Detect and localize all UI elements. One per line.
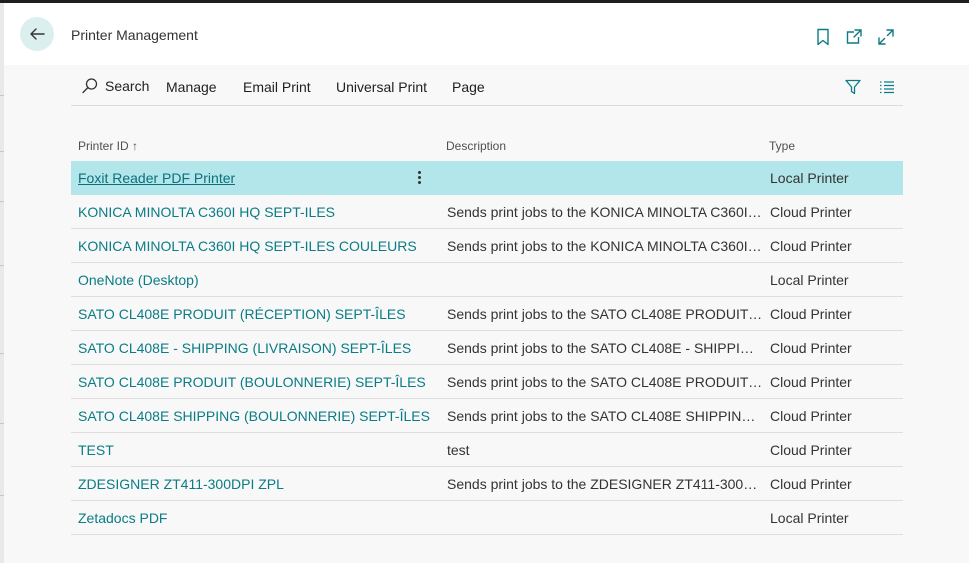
printer-description: Sends print jobs to the SATO CL408E - SH… bbox=[447, 340, 763, 356]
manage-action[interactable]: Manage bbox=[166, 79, 217, 95]
printer-id-link[interactable]: TEST bbox=[78, 442, 114, 458]
back-arrow-icon bbox=[30, 28, 45, 40]
table-row[interactable]: SATO CL408E PRODUIT (BOULONNERIE) SEPT-Î… bbox=[71, 365, 903, 399]
search-icon bbox=[82, 78, 98, 94]
table-row[interactable]: ZDESIGNER ZT411-300DPI ZPL Sends print j… bbox=[71, 467, 903, 501]
printer-description: Sends print jobs to the ZDESIGNER ZT411-… bbox=[447, 476, 763, 492]
bookmark-button[interactable] bbox=[813, 27, 833, 47]
list-view-button[interactable] bbox=[877, 77, 897, 97]
printer-id-link[interactable]: Foxit Reader PDF Printer bbox=[78, 170, 235, 186]
table-row[interactable]: Zetadocs PDF Local Printer bbox=[71, 501, 903, 535]
row-menu-icon[interactable] bbox=[413, 167, 425, 187]
printer-id-link[interactable]: KONICA MINOLTA C360I HQ SEPT-ILES COULEU… bbox=[78, 238, 417, 254]
column-header-type[interactable]: Type bbox=[769, 139, 795, 153]
table-row[interactable]: SATO CL408E PRODUIT (RÉCEPTION) SEPT-ÎLE… bbox=[71, 297, 903, 331]
action-bar: Search Manage Email Print Universal Prin… bbox=[71, 65, 903, 106]
printer-table: Foxit Reader PDF Printer Local Printer K… bbox=[71, 161, 903, 535]
printer-id-link[interactable]: OneNote (Desktop) bbox=[78, 272, 199, 288]
expand-icon bbox=[878, 29, 894, 45]
printer-type: Cloud Printer bbox=[770, 442, 852, 458]
printer-type: Cloud Printer bbox=[770, 204, 852, 220]
universal-print-action[interactable]: Universal Print bbox=[336, 79, 427, 95]
table-row[interactable]: Foxit Reader PDF Printer Local Printer bbox=[71, 161, 903, 195]
bookmark-icon bbox=[817, 28, 829, 46]
column-header-printer-id[interactable]: Printer ID ↑ bbox=[78, 139, 138, 153]
search-action[interactable]: Search bbox=[81, 77, 149, 95]
printer-description: test bbox=[447, 442, 470, 458]
column-header-description[interactable]: Description bbox=[446, 139, 506, 153]
back-button[interactable] bbox=[20, 17, 54, 51]
printer-id-link[interactable]: SATO CL408E - SHIPPING (LIVRAISON) SEPT-… bbox=[78, 340, 411, 356]
printer-type: Local Printer bbox=[770, 272, 849, 288]
printer-management-panel: Printer Management Search Manage Email P… bbox=[4, 3, 969, 563]
page-title: Printer Management bbox=[71, 27, 198, 43]
open-new-window-button[interactable] bbox=[844, 27, 864, 47]
printer-id-link[interactable]: KONICA MINOLTA C360I HQ SEPT-ILES bbox=[78, 204, 335, 220]
printer-id-link[interactable]: Zetadocs PDF bbox=[78, 510, 167, 526]
table-row[interactable]: SATO CL408E - SHIPPING (LIVRAISON) SEPT-… bbox=[71, 331, 903, 365]
printer-type: Local Printer bbox=[770, 170, 849, 186]
printer-id-link[interactable]: ZDESIGNER ZT411-300DPI ZPL bbox=[78, 476, 284, 492]
printer-description: Sends print jobs to the KONICA MINOLTA C… bbox=[447, 204, 763, 220]
open-new-window-icon bbox=[846, 29, 862, 44]
table-row[interactable]: SATO CL408E SHIPPING (BOULONNERIE) SEPT-… bbox=[71, 399, 903, 433]
table-row[interactable]: KONICA MINOLTA C360I HQ SEPT-ILES COULEU… bbox=[71, 229, 903, 263]
search-label: Search bbox=[105, 78, 150, 94]
printer-description: Sends print jobs to the SATO CL408E SHIP… bbox=[447, 408, 763, 424]
printer-type: Cloud Printer bbox=[770, 374, 852, 390]
printer-id-link[interactable]: SATO CL408E PRODUIT (BOULONNERIE) SEPT-Î… bbox=[78, 374, 426, 390]
page-header: Printer Management bbox=[4, 3, 969, 65]
printer-description: Sends print jobs to the SATO CL408E PROD… bbox=[447, 306, 763, 322]
printer-type: Cloud Printer bbox=[770, 306, 852, 322]
filter-button[interactable] bbox=[843, 77, 863, 97]
printer-type: Local Printer bbox=[770, 510, 849, 526]
list-view-icon bbox=[880, 81, 894, 94]
expand-button[interactable] bbox=[876, 27, 896, 47]
table-row[interactable]: KONICA MINOLTA C360I HQ SEPT-ILES Sends … bbox=[71, 195, 903, 229]
filter-icon bbox=[845, 79, 861, 95]
page-action[interactable]: Page bbox=[452, 79, 485, 95]
email-print-action[interactable]: Email Print bbox=[243, 79, 311, 95]
printer-type: Cloud Printer bbox=[770, 408, 852, 424]
printer-type: Cloud Printer bbox=[770, 476, 852, 492]
table-row[interactable]: OneNote (Desktop) Local Printer bbox=[71, 263, 903, 297]
printer-id-link[interactable]: SATO CL408E PRODUIT (RÉCEPTION) SEPT-ÎLE… bbox=[78, 306, 406, 322]
printer-description: Sends print jobs to the KONICA MINOLTA C… bbox=[447, 238, 763, 254]
printer-id-link[interactable]: SATO CL408E SHIPPING (BOULONNERIE) SEPT-… bbox=[78, 408, 430, 424]
printer-type: Cloud Printer bbox=[770, 340, 852, 356]
table-row[interactable]: TEST test Cloud Printer bbox=[71, 433, 903, 467]
printer-type: Cloud Printer bbox=[770, 238, 852, 254]
printer-description: Sends print jobs to the SATO CL408E PROD… bbox=[447, 374, 763, 390]
